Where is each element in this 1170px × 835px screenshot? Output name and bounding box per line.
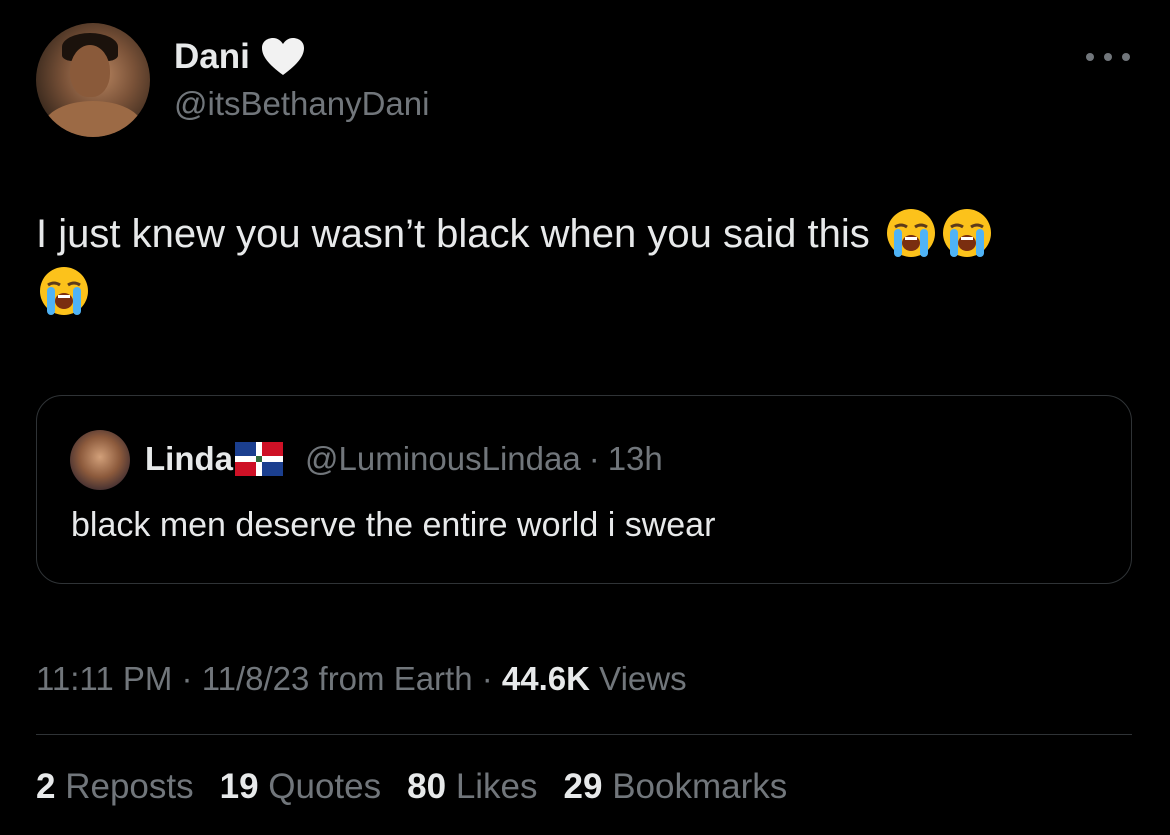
more-dot: [1122, 53, 1130, 61]
loudly-crying-face-icon: [942, 209, 991, 257]
meta-separator: ·: [181, 660, 193, 697]
quoted-author-handle[interactable]: @LuminousLindaa: [305, 440, 581, 478]
white-heart-icon: [261, 38, 304, 75]
likes-stat[interactable]: 80 Likes: [407, 767, 537, 807]
reposts-count: 2: [36, 767, 56, 806]
author-handle[interactable]: @itsBethanyDani: [174, 85, 429, 123]
loudly-crying-face-icon: [40, 267, 88, 315]
more-dot: [1104, 53, 1112, 61]
bookmarks-label: Bookmarks: [612, 767, 788, 806]
avatar-face: [70, 45, 110, 97]
reposts-label: Reposts: [65, 767, 194, 806]
quoted-tweet-header: Linda @LuminousLindaa · 13h: [145, 440, 663, 478]
quoted-separator: ·: [588, 440, 600, 477]
views-label: Views: [599, 660, 687, 697]
meta-separator: ·: [481, 660, 493, 697]
divider: [36, 734, 1132, 735]
tweet-text-content: I just knew you wasn’t black when you sa…: [36, 212, 870, 256]
tweet-text: I just knew you wasn’t black when you sa…: [36, 205, 1136, 321]
loudly-crying-face-icon: [886, 209, 935, 257]
views-count: 44.6K: [501, 660, 590, 697]
quotes-count: 19: [219, 767, 259, 806]
more-dot: [1086, 53, 1094, 61]
tweet-time[interactable]: 11:11 PM: [36, 660, 172, 697]
likes-label: Likes: [455, 767, 538, 806]
tweet-date[interactable]: 11/8/23 from Earth: [202, 660, 473, 697]
quoted-tweet-time[interactable]: 13h: [608, 440, 663, 478]
quotes-label: Quotes: [268, 767, 382, 806]
quoted-author-avatar[interactable]: [70, 430, 130, 490]
reposts-stat[interactable]: 2 Reposts: [36, 767, 194, 807]
engagement-stats: 2 Reposts 19 Quotes 80 Likes 29 Bookmark…: [36, 767, 787, 807]
quoted-tweet-card[interactable]: Linda @LuminousLindaa · 13h black men de…: [36, 395, 1132, 584]
avatar-shoulder: [44, 101, 142, 137]
more-options-icon[interactable]: [1086, 50, 1130, 64]
author-avatar[interactable]: [36, 23, 150, 137]
author-display-name[interactable]: Dani: [174, 36, 306, 78]
dominican-republic-flag-icon: [235, 442, 283, 476]
author-name-text: Dani: [174, 37, 250, 76]
quoted-tweet-text: black men deserve the entire world i swe…: [71, 506, 716, 544]
tweet-meta: 11:11 PM · 11/8/23 from Earth · 44.6K Vi…: [36, 660, 687, 698]
quoted-author-name[interactable]: Linda: [145, 440, 233, 478]
likes-count: 80: [407, 767, 447, 806]
quotes-stat[interactable]: 19 Quotes: [220, 767, 382, 807]
bookmarks-stat[interactable]: 29 Bookmarks: [564, 767, 788, 807]
bookmarks-count: 29: [563, 767, 603, 806]
